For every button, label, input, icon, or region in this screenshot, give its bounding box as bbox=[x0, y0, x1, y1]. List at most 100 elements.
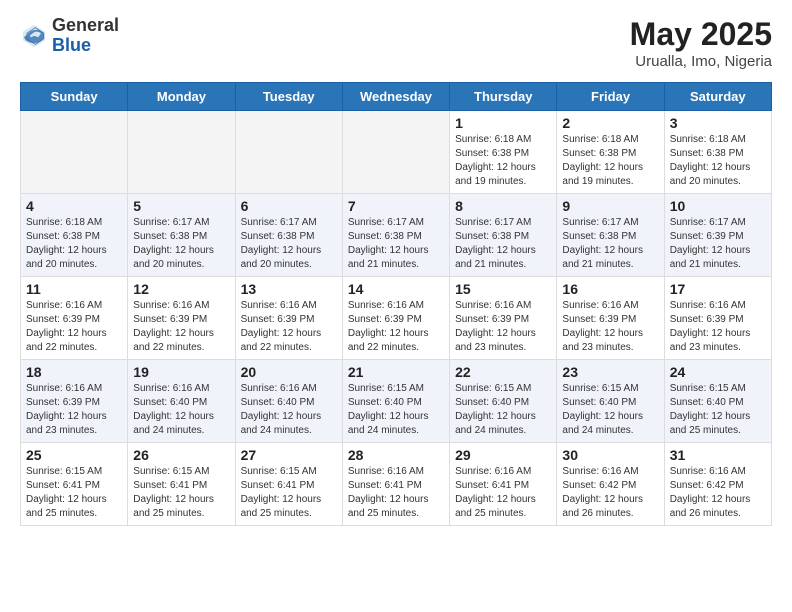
logo-icon bbox=[20, 22, 48, 50]
daylight-label: Daylight: 12 hours and 21 minutes. bbox=[670, 245, 751, 270]
daylight-label: Daylight: 12 hours and 20 minutes. bbox=[241, 245, 322, 270]
day-info: Sunrise: 6:17 AMSunset: 6:38 PMDaylight:… bbox=[133, 216, 229, 272]
sunset-label: Sunset: 6:41 PM bbox=[133, 480, 207, 491]
day-info: Sunrise: 6:16 AMSunset: 6:40 PMDaylight:… bbox=[241, 382, 337, 438]
daylight-label: Daylight: 12 hours and 25 minutes. bbox=[26, 494, 107, 519]
day-number: 12 bbox=[133, 281, 229, 297]
sunrise-label: Sunrise: 6:16 AM bbox=[670, 466, 746, 477]
week-row-2: 4 Sunrise: 6:18 AM Sunset: 6:38 PM Daylight… bbox=[21, 194, 772, 277]
calendar-cell: 30Sunrise: 6:16 AMSunset: 6:42 PMDayligh… bbox=[557, 443, 664, 526]
calendar-cell: 18Sunrise: 6:16 AMSunset: 6:39 PMDayligh… bbox=[21, 360, 128, 443]
day-info: Sunrise: 6:16 AMSunset: 6:42 PMDaylight:… bbox=[670, 465, 766, 521]
daylight-label: Daylight: 12 hours and 21 minutes. bbox=[562, 245, 643, 270]
sunset-label: Sunset: 6:38 PM bbox=[455, 231, 529, 242]
sunrise-label: Sunrise: 6:16 AM bbox=[133, 300, 209, 311]
week-row-1: 1 Sunrise: 6:18 AM Sunset: 6:38 PM Daylight… bbox=[21, 111, 772, 194]
day-number: 7 bbox=[348, 198, 444, 214]
day-number: 22 bbox=[455, 364, 551, 380]
day-info: Sunrise: 6:15 AMSunset: 6:40 PMDaylight:… bbox=[562, 382, 658, 438]
sunrise-label: Sunrise: 6:16 AM bbox=[26, 300, 102, 311]
daylight-label: Daylight: 12 hours and 22 minutes. bbox=[133, 328, 214, 353]
day-info: Sunrise: 6:17 AM Sunset: 6:39 PM Daylight:… bbox=[670, 216, 766, 272]
calendar-cell: 2Sunrise: 6:18 AMSunset: 6:38 PMDaylight… bbox=[557, 111, 664, 194]
sunrise-label: Sunrise: 6:16 AM bbox=[133, 383, 209, 394]
daylight-label: Daylight: 12 hours and 22 minutes. bbox=[241, 328, 322, 353]
sunrise-label: Sunrise: 6:18 AM bbox=[455, 134, 531, 145]
header-wednesday: Wednesday bbox=[342, 83, 449, 111]
sunrise-label: Sunrise: 6:16 AM bbox=[670, 300, 746, 311]
sunrise-label: Sunrise: 6:15 AM bbox=[133, 466, 209, 477]
sunset-label: Sunset: 6:39 PM bbox=[241, 314, 315, 325]
day-info: Sunrise: 6:17 AMSunset: 6:38 PMDaylight:… bbox=[241, 216, 337, 272]
day-number: 5 bbox=[133, 198, 229, 214]
day-number: 16 bbox=[562, 281, 658, 297]
calendar-cell: 11Sunrise: 6:16 AMSunset: 6:39 PMDayligh… bbox=[21, 277, 128, 360]
sunrise-label: Sunrise: 6:17 AM bbox=[670, 217, 746, 228]
day-info: Sunrise: 6:16 AMSunset: 6:40 PMDaylight:… bbox=[133, 382, 229, 438]
sunset-label: Sunset: 6:41 PM bbox=[348, 480, 422, 491]
sunset-label: Sunset: 6:39 PM bbox=[348, 314, 422, 325]
daylight-label: Daylight: 12 hours and 20 minutes. bbox=[133, 245, 214, 270]
sunrise-label: Sunrise: 6:18 AM bbox=[562, 134, 638, 145]
day-number: 10 bbox=[670, 198, 766, 214]
day-info: Sunrise: 6:18 AMSunset: 6:38 PMDaylight:… bbox=[562, 133, 658, 189]
logo-blue-text: Blue bbox=[52, 36, 119, 56]
sunrise-label: Sunrise: 6:15 AM bbox=[348, 383, 424, 394]
sunrise-label: Sunrise: 6:17 AM bbox=[562, 217, 638, 228]
sunrise-label: Sunrise: 6:16 AM bbox=[562, 300, 638, 311]
sunrise-label: Sunrise: 6:16 AM bbox=[348, 300, 424, 311]
day-number: 8 bbox=[455, 198, 551, 214]
calendar-cell bbox=[235, 111, 342, 194]
week-row-4: 18Sunrise: 6:16 AMSunset: 6:39 PMDayligh… bbox=[21, 360, 772, 443]
calendar-table: SundayMondayTuesdayWednesdayThursdayFrid… bbox=[20, 82, 772, 526]
day-info: Sunrise: 6:17 AMSunset: 6:38 PMDaylight:… bbox=[455, 216, 551, 272]
day-number: 14 bbox=[348, 281, 444, 297]
header: General Blue May 2025 Urualla, Imo, Nige… bbox=[20, 16, 772, 70]
day-number: 20 bbox=[241, 364, 337, 380]
calendar-cell: 23Sunrise: 6:15 AMSunset: 6:40 PMDayligh… bbox=[557, 360, 664, 443]
day-number: 4 bbox=[26, 198, 122, 214]
sunset-label: Sunset: 6:38 PM bbox=[562, 148, 636, 159]
sunset-label: Sunset: 6:41 PM bbox=[455, 480, 529, 491]
daylight-label: Daylight: 12 hours and 19 minutes. bbox=[455, 162, 536, 187]
sunset-label: Sunset: 6:38 PM bbox=[562, 231, 636, 242]
calendar-cell: 22Sunrise: 6:15 AMSunset: 6:40 PMDayligh… bbox=[450, 360, 557, 443]
calendar-cell: 27Sunrise: 6:15 AMSunset: 6:41 PMDayligh… bbox=[235, 443, 342, 526]
sunrise-label: Sunrise: 6:18 AM bbox=[26, 217, 102, 228]
sunrise-label: Sunrise: 6:16 AM bbox=[348, 466, 424, 477]
day-number: 31 bbox=[670, 447, 766, 463]
day-info: Sunrise: 6:17 AMSunset: 6:38 PMDaylight:… bbox=[348, 216, 444, 272]
calendar-cell: 1Sunrise: 6:18 AMSunset: 6:38 PMDaylight… bbox=[450, 111, 557, 194]
sunset-label: Sunset: 6:40 PM bbox=[455, 397, 529, 408]
sunset-label: Sunset: 6:42 PM bbox=[562, 480, 636, 491]
calendar-cell: 10 Sunrise: 6:17 AM Sunset: 6:39 PM Dayligh… bbox=[664, 194, 771, 277]
sunset-label: Sunset: 6:38 PM bbox=[670, 148, 744, 159]
daylight-label: Daylight: 12 hours and 23 minutes. bbox=[562, 328, 643, 353]
calendar-cell: 16 Sunrise: 6:16 AM Sunset: 6:39 PM Dayligh… bbox=[557, 277, 664, 360]
calendar-cell bbox=[128, 111, 235, 194]
day-number: 28 bbox=[348, 447, 444, 463]
logo: General Blue bbox=[20, 16, 119, 56]
sunrise-label: Sunrise: 6:15 AM bbox=[562, 383, 638, 394]
daylight-label: Daylight: 12 hours and 25 minutes. bbox=[348, 494, 429, 519]
sunrise-label: Sunrise: 6:15 AM bbox=[241, 466, 317, 477]
sunset-label: Sunset: 6:38 PM bbox=[26, 231, 100, 242]
daylight-label: Daylight: 12 hours and 21 minutes. bbox=[455, 245, 536, 270]
sunrise-label: Sunrise: 6:16 AM bbox=[26, 383, 102, 394]
daylight-label: Daylight: 12 hours and 24 minutes. bbox=[133, 411, 214, 436]
day-number: 1 bbox=[455, 115, 551, 131]
calendar-cell: 14Sunrise: 6:16 AMSunset: 6:39 PMDayligh… bbox=[342, 277, 449, 360]
day-info: Sunrise: 6:16 AMSunset: 6:39 PMDaylight:… bbox=[133, 299, 229, 355]
sunset-label: Sunset: 6:39 PM bbox=[562, 314, 636, 325]
header-sunday: Sunday bbox=[21, 83, 128, 111]
calendar-cell: 19Sunrise: 6:16 AMSunset: 6:40 PMDayligh… bbox=[128, 360, 235, 443]
sunrise-label: Sunrise: 6:16 AM bbox=[241, 383, 317, 394]
sunset-label: Sunset: 6:39 PM bbox=[670, 231, 744, 242]
sunset-label: Sunset: 6:40 PM bbox=[562, 397, 636, 408]
day-info: Sunrise: 6:16 AMSunset: 6:39 PMDaylight:… bbox=[241, 299, 337, 355]
logo-text: General Blue bbox=[52, 16, 119, 56]
sunset-label: Sunset: 6:40 PM bbox=[670, 397, 744, 408]
page: General Blue May 2025 Urualla, Imo, Nige… bbox=[0, 0, 792, 542]
daylight-label: Daylight: 12 hours and 24 minutes. bbox=[241, 411, 322, 436]
day-info: Sunrise: 6:18 AMSunset: 6:38 PMDaylight:… bbox=[26, 216, 122, 272]
